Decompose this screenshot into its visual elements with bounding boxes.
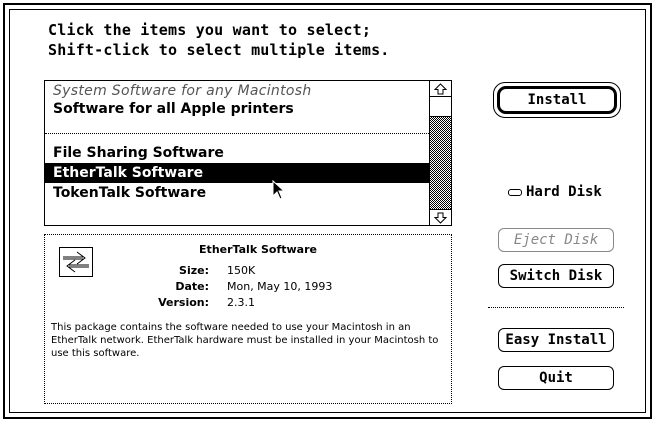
version-value: 2.3.1 bbox=[227, 296, 255, 309]
package-title: EtherTalk Software bbox=[199, 243, 317, 256]
hard-disk-icon bbox=[508, 188, 522, 196]
disk-name: Hard Disk bbox=[508, 184, 602, 200]
list-item-tokentalk[interactable]: TokenTalk Software bbox=[45, 183, 431, 203]
instructions-line-2: Shift-click to select multiple items. bbox=[48, 41, 390, 59]
size-label: Size: bbox=[179, 264, 209, 277]
list-item-ethertalk[interactable]: EtherTalk Software bbox=[45, 163, 431, 183]
package-info-panel: EtherTalk Software Size: 150K Date: Mon,… bbox=[44, 234, 452, 404]
list-item-printer-software[interactable]: Software for all Apple printers bbox=[45, 99, 431, 119]
list-scrollbar[interactable] bbox=[429, 81, 451, 225]
install-button[interactable]: Install bbox=[497, 86, 617, 114]
switch-disk-button[interactable]: Switch Disk bbox=[498, 264, 614, 288]
package-description: This package contains the software neede… bbox=[51, 322, 439, 359]
instructions: Click the items you want to select; Shif… bbox=[48, 20, 390, 60]
scroll-down-arrow-icon[interactable] bbox=[430, 209, 451, 225]
button-divider bbox=[488, 307, 624, 308]
easy-install-button[interactable]: Easy Install bbox=[498, 328, 614, 352]
version-label: Version: bbox=[158, 296, 209, 309]
date-label: Date: bbox=[175, 280, 209, 293]
disk-name-label: Hard Disk bbox=[526, 184, 602, 200]
instructions-line-1: Click the items you want to select; bbox=[48, 21, 372, 39]
eject-disk-button[interactable]: Eject Disk bbox=[498, 228, 614, 252]
software-list[interactable]: System Software for any Macintosh Softwa… bbox=[44, 80, 452, 226]
arrow-cursor-icon bbox=[272, 179, 286, 200]
date-value: Mon, May 10, 1993 bbox=[227, 280, 333, 293]
list-item-system-software[interactable]: System Software for any Macintosh bbox=[45, 81, 431, 101]
list-separator bbox=[45, 133, 431, 134]
list-item-file-sharing[interactable]: File Sharing Software bbox=[45, 143, 431, 163]
scroll-up-arrow-icon[interactable] bbox=[430, 81, 451, 97]
software-list-rows: System Software for any Macintosh Softwa… bbox=[45, 81, 431, 225]
size-value: 150K bbox=[227, 264, 256, 277]
quit-button[interactable]: Quit bbox=[498, 366, 614, 390]
scroll-thumb[interactable] bbox=[430, 97, 451, 117]
